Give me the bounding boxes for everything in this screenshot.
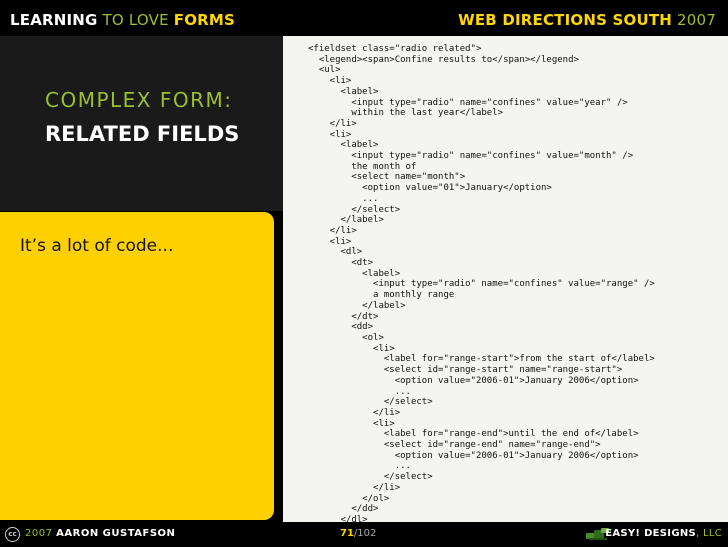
code-line: ... xyxy=(394,386,411,397)
presentation-title: LEARNING TO LOVE FORMS xyxy=(10,11,235,29)
creative-commons-icon: cc xyxy=(5,527,20,542)
code-line: <ol> xyxy=(362,332,384,343)
header-word-to-love: TO LOVE xyxy=(102,11,169,29)
slide-title-line1: COMPLEX FORM: xyxy=(45,88,233,112)
code-line: <option value="01">January</option> xyxy=(362,183,552,194)
page-current: 71 xyxy=(340,528,354,539)
code-line: <li> xyxy=(329,76,352,87)
code-line: </dd> xyxy=(351,504,379,515)
code-line: <option value="2006-01">January 2006</op… xyxy=(394,450,639,461)
code-line: a monthly range xyxy=(373,290,455,301)
header-word-forms: FORMS xyxy=(173,11,236,29)
slide-header: LEARNING TO LOVE FORMS WEB DIRECTIONS SO… xyxy=(0,0,728,36)
code-line: <li> xyxy=(373,343,395,354)
code-line: the month of xyxy=(351,161,417,172)
note-text: It’s a lot of code... xyxy=(20,236,174,256)
code-line: </select> xyxy=(383,472,433,483)
code-line: <input type="radio" name="confines" valu… xyxy=(351,97,628,108)
code-line: </ol> xyxy=(362,493,390,504)
code-line: </dl> xyxy=(340,514,368,522)
code-line: <label> xyxy=(362,268,401,279)
code-line: <select name="month"> xyxy=(351,172,466,183)
code-line: <li> xyxy=(329,236,352,247)
slide-title-line2: RELATED FIELDS xyxy=(45,122,240,146)
code-line: </li> xyxy=(329,225,357,236)
page-counter: 71/102 xyxy=(340,528,376,539)
code-line: <li> xyxy=(329,129,352,140)
code-line: </li> xyxy=(373,482,401,493)
conference-name: WEB DIRECTIONS SOUTH xyxy=(458,11,673,29)
footer-author: AARON GUSTAFSON xyxy=(56,528,176,539)
footer-company: EASY! DESIGNS, LLC xyxy=(605,528,722,539)
code-line: ... xyxy=(362,193,379,204)
code-line: <label> xyxy=(340,140,379,151)
code-line: <ul> xyxy=(318,65,341,76)
code-line: within the last year</label> xyxy=(351,108,504,119)
conference-year: 2007 xyxy=(677,11,716,29)
code-line: <dl> xyxy=(340,247,363,258)
code-line: ... xyxy=(394,461,411,472)
page-total: 102 xyxy=(357,528,377,539)
note-box: It’s a lot of code... xyxy=(0,212,274,520)
code-line: <input type="radio" name="confines" valu… xyxy=(373,279,655,290)
code-line: </dt> xyxy=(351,311,379,322)
footer-copyright: 2007 AARON GUSTAFSON xyxy=(25,528,175,539)
code-line: <legend><span>Confine results to</span><… xyxy=(318,54,579,65)
code-block: <fieldset class="radio related"> <legend… xyxy=(283,36,728,522)
company-name: EASY! DESIGNS xyxy=(605,528,697,539)
code-line: </select> xyxy=(351,204,401,215)
header-word-learning: LEARNING xyxy=(10,11,98,29)
code-line: </li> xyxy=(373,407,401,418)
code-line: <label for="range-end">until the end of<… xyxy=(383,429,639,440)
code-line: </select> xyxy=(383,397,433,408)
code-line: <input type="radio" name="confines" valu… xyxy=(351,151,634,162)
code-line: <dd> xyxy=(351,322,374,333)
code-line: <select id="range-end" name="range-end"> xyxy=(383,440,601,451)
code-line: <label for="range-start">from the start … xyxy=(383,354,655,365)
code-panel: <fieldset class="radio related"> <legend… xyxy=(283,36,728,522)
code-line: </label> xyxy=(362,300,406,311)
code-line: <select id="range-start" name="range-sta… xyxy=(383,365,623,376)
code-line: <label> xyxy=(340,86,379,97)
company-suffix: , LLC xyxy=(696,528,722,539)
conference-title: WEB DIRECTIONS SOUTH 2007 xyxy=(458,11,716,29)
code-line: <dt> xyxy=(351,258,374,269)
code-line: <option value="2006-01">January 2006</op… xyxy=(394,375,639,386)
code-line: </label> xyxy=(340,215,384,226)
footer-year: 2007 xyxy=(25,528,53,539)
code-line: </li> xyxy=(329,118,357,129)
slide-footer: cc 2007 AARON GUSTAFSON 71/102 EASY! DES… xyxy=(0,522,728,547)
code-line: <fieldset class="radio related"> xyxy=(308,44,482,54)
slide-title-area: COMPLEX FORM: RELATED FIELDS xyxy=(0,36,283,211)
code-line: <li> xyxy=(373,418,395,429)
